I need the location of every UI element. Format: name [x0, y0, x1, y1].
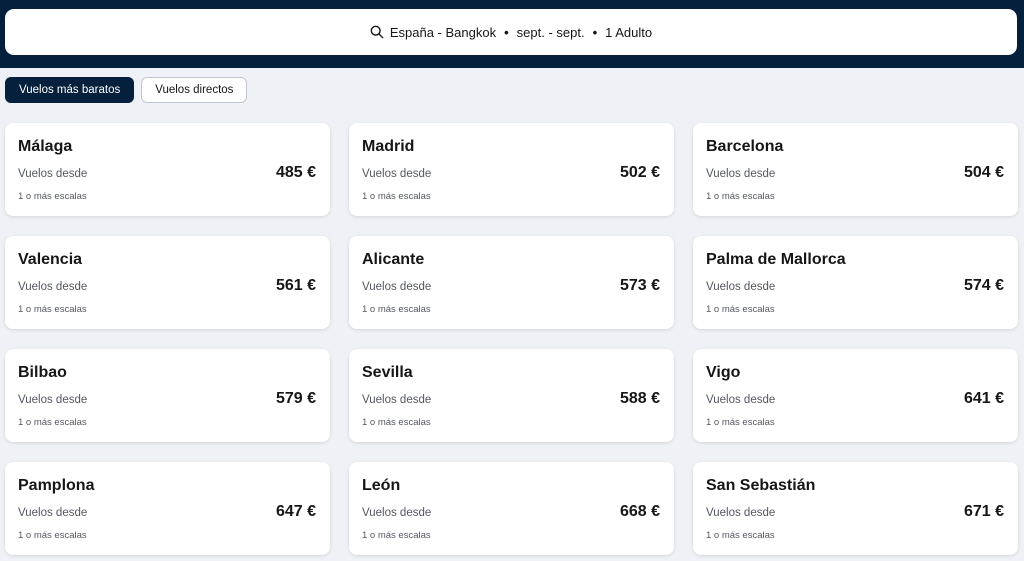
separator-dot: •	[504, 24, 509, 40]
stops-info: 1 o más escalas	[706, 530, 775, 541]
destination-city: Sevilla	[362, 364, 413, 381]
destination-card[interactable]: Vigo Vuelos desde 641 € 1 o más escalas	[693, 349, 1018, 442]
stops-info: 1 o más escalas	[706, 191, 775, 202]
destination-city: Alicante	[362, 251, 425, 268]
stops-info: 1 o más escalas	[362, 530, 431, 541]
destination-card[interactable]: Sevilla Vuelos desde 588 € 1 o más escalas	[349, 349, 674, 442]
destination-price: 561 €	[275, 277, 316, 294]
flights-from-label: Vuelos desde	[18, 168, 88, 180]
flights-from-label: Vuelos desde	[706, 281, 776, 293]
destination-city: Pamplona	[18, 477, 95, 494]
flights-from-label: Vuelos desde	[706, 168, 776, 180]
destination-price: 588 €	[619, 390, 660, 407]
destination-city: San Sebastián	[706, 477, 816, 494]
stops-info: 1 o más escalas	[18, 417, 87, 428]
flights-from-label: Vuelos desde	[362, 281, 432, 293]
destination-card[interactable]: San Sebastián Vuelos desde 671 € 1 o más es…	[693, 462, 1018, 555]
flights-from-label: Vuelos desde	[362, 394, 432, 406]
destination-city: Vigo	[706, 364, 741, 381]
destination-card[interactable]: Valencia Vuelos desde 561 € 1 o más escalas	[5, 236, 330, 329]
tab-cheapest-flights[interactable]: Vuelos más baratos	[5, 77, 135, 103]
destination-card[interactable]: Barcelona Vuelos desde 504 € 1 o más escala…	[693, 123, 1018, 216]
destination-city: Bilbao	[18, 364, 67, 381]
search-route: España - Bangkok	[389, 24, 497, 40]
destination-price: 502 €	[619, 164, 660, 181]
search-passengers: 1 Adulto	[605, 24, 653, 40]
stops-info: 1 o más escalas	[706, 304, 775, 315]
destination-price: 641 €	[963, 390, 1004, 407]
destination-price: 579 €	[275, 390, 316, 407]
destination-city: Palma de Mallorca	[706, 251, 846, 268]
flights-from-label: Vuelos desde	[706, 507, 776, 519]
flights-from-label: Vuelos desde	[362, 168, 432, 180]
flights-from-label: Vuelos desde	[362, 507, 432, 519]
destination-card[interactable]: Málaga Vuelos desde 485 € 1 o más escalas	[5, 123, 330, 216]
destination-city: León	[362, 477, 401, 494]
separator-dot: •	[592, 24, 598, 40]
destination-card[interactable]: Pamplona Vuelos desde 647 € 1 o más escalas	[5, 462, 330, 555]
stops-info: 1 o más escalas	[362, 417, 431, 428]
destination-city: Barcelona	[706, 138, 784, 155]
stops-info: 1 o más escalas	[706, 417, 775, 428]
destination-card[interactable]: Alicante Vuelos desde 573 € 1 o más escalas	[349, 236, 674, 329]
destination-card[interactable]: Bilbao Vuelos desde 579 € 1 o más escalas	[5, 349, 330, 442]
destination-card[interactable]: Palma de Mallorca Vuelos desde 574 € 1 o má…	[693, 236, 1018, 329]
flights-from-label: Vuelos desde	[18, 394, 88, 406]
destination-price: 671 €	[963, 503, 1004, 520]
search-icon	[370, 25, 384, 39]
destination-price: 504 €	[963, 164, 1004, 181]
search-dates: sept. - sept.	[516, 24, 585, 40]
flights-from-label: Vuelos desde	[18, 507, 88, 519]
destination-card[interactable]: León Vuelos desde 668 € 1 o más escalas	[349, 462, 674, 555]
filter-tabs: Vuelos más baratos Vuelos directos	[5, 77, 248, 104]
destination-city: Valencia	[18, 251, 83, 268]
stops-info: 1 o más escalas	[18, 191, 87, 202]
header-bar: España - Bangkok • sept. - sept. • 1 Adu…	[0, 0, 1024, 68]
destination-price: 573 €	[619, 277, 660, 294]
destination-price: 668 €	[619, 503, 660, 520]
tab-direct-flights[interactable]: Vuelos directos	[141, 77, 248, 103]
search-summary-bar[interactable]: España - Bangkok • sept. - sept. • 1 Adu…	[5, 9, 1017, 55]
destination-price: 647 €	[275, 503, 316, 520]
destination-city: Málaga	[18, 138, 73, 155]
stops-info: 1 o más escalas	[18, 530, 87, 541]
stops-info: 1 o más escalas	[362, 191, 431, 202]
stops-info: 1 o más escalas	[362, 304, 431, 315]
destination-grid: Málaga Vuelos desde 485 €1 o más escalas Ma…	[5, 123, 1019, 555]
destination-price: 574 €	[963, 277, 1004, 294]
destination-city: Madrid	[362, 138, 415, 155]
destination-price: 485 €	[275, 164, 316, 181]
flights-from-label: Vuelos desde	[706, 394, 776, 406]
stops-info: 1 o más escalas	[18, 304, 87, 315]
destination-card[interactable]: Madrid Vuelos desde 502 € 1 o más escalas	[349, 123, 674, 216]
flights-from-label: Vuelos desde	[18, 281, 88, 293]
